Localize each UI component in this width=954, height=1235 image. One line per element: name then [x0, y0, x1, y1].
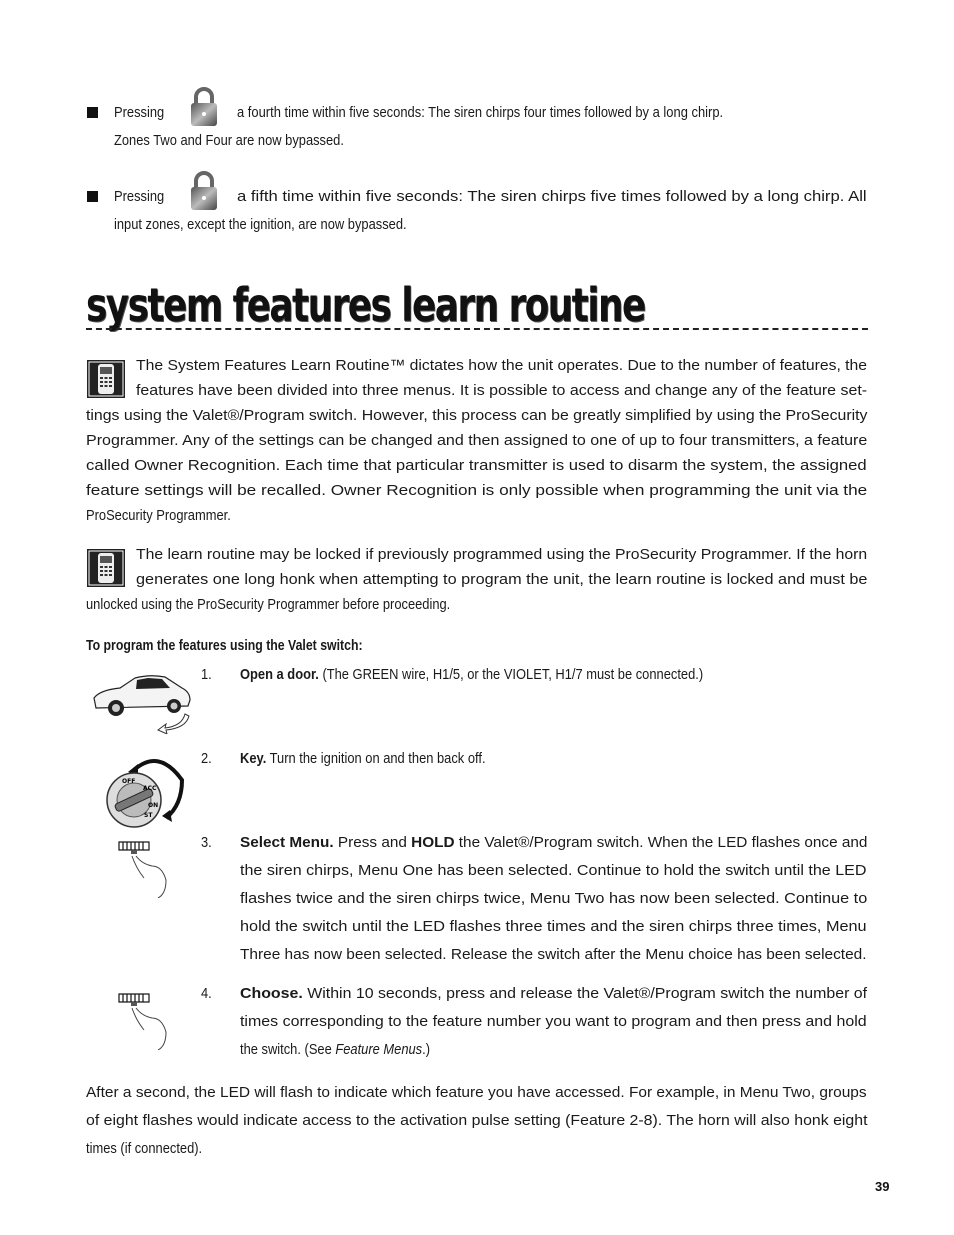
step-title: Choose. [240, 985, 303, 1002]
bullet-lead: Pressing [114, 104, 165, 121]
step-text: Select Menu. Press and HOLD the Valet®/P… [240, 834, 867, 852]
paragraph-line: called Owner Recognition. Each time that… [86, 457, 867, 474]
car-door-icon [93, 675, 191, 734]
step-body: Turn the ignition on and then back off. [269, 750, 486, 767]
valet-switch-press-icon [118, 993, 167, 1050]
ignition-label-on: ON [148, 802, 158, 809]
step-body-line: times corresponding to the feature numbe… [240, 1013, 867, 1030]
step-body: the switch. (See [240, 1041, 332, 1058]
step-text: Open a door. (The GREEN wire, H1/5, or t… [240, 666, 703, 684]
step-body: the Valet®/Program switch. When the LED … [458, 834, 868, 851]
paragraph-line: The learn routine may be locked if previ… [136, 546, 868, 563]
closing-line: times (if connected). [86, 1140, 203, 1157]
step-body-line: flashes twice and the siren chirps twice… [240, 890, 868, 907]
bullet-text-line: input zones, except the ignition, are no… [114, 216, 407, 233]
step-number: 2. [201, 750, 212, 767]
ignition-key-icon: OFF ACC ON ST [106, 759, 184, 828]
bullet-text-line: a fourth time within five seconds: The s… [237, 104, 724, 121]
programmer-icon [87, 549, 125, 587]
ignition-label-off: OFF [122, 778, 135, 785]
step-text: Choose. Within 10 seconds, press and rel… [240, 985, 867, 1003]
bullet-text-line: a fifth time within five seconds: The si… [237, 188, 867, 205]
feature-menus-reference: Feature Menus [335, 1041, 423, 1058]
paragraph-line: The System Features Learn Routine™ dicta… [136, 357, 868, 374]
step-text: Key. Turn the ignition on and then back … [240, 750, 486, 768]
paragraph-line: generates one long honk when attempting … [136, 571, 868, 588]
title-dashed-rule [86, 328, 868, 330]
step-body-line: Three has now been selected. Release the… [240, 946, 867, 963]
closing-line: of eight flashes would indicate access t… [86, 1112, 868, 1129]
paragraph-line: Programmer. Any of the settings can be c… [86, 432, 868, 449]
paragraph-line: unlocked using the ProSecurity Programme… [86, 596, 451, 613]
paragraph-line: ProSecurity Programmer. [86, 507, 231, 524]
bullet-lead: Pressing [114, 188, 165, 205]
valet-switch-press-icon [118, 841, 167, 898]
paragraph-line: features have been divided into three me… [136, 382, 868, 399]
step-title: Key. [240, 750, 267, 767]
padlock-icon [191, 171, 217, 210]
padlock-icon [191, 87, 217, 126]
bullet-square [87, 191, 98, 202]
step-title: Select Menu. [240, 834, 334, 851]
paragraph-line: feature settings will be recalled. Owner… [86, 482, 868, 499]
ignition-label-st: ST [144, 812, 153, 819]
procedure-subheading: To program the features using the Valet … [86, 637, 363, 654]
step-body: Press and [337, 834, 407, 851]
step-body-line: hold the switch until the LED flashes th… [240, 918, 867, 935]
manual-page: Pressing a fourth time within five secon… [0, 0, 954, 1235]
step-body: (The GREEN wire, H1/5, or the VIOLET, H1… [322, 666, 704, 683]
step-body-line: the siren chirps, Menu One has been sele… [240, 862, 867, 879]
bullet-text-line: Zones Two and Four are now bypassed. [114, 132, 344, 149]
programmer-icon [87, 360, 125, 398]
closing-line: After a second, the LED will flash to in… [86, 1084, 867, 1101]
step-body: .) [422, 1041, 431, 1058]
step-body-line: the switch. (See Feature Menus.) [240, 1041, 430, 1059]
section-title: system features learn routine [86, 278, 646, 332]
step-number: 4. [201, 985, 212, 1002]
step-number: 3. [201, 834, 212, 851]
ignition-label-acc: ACC [143, 785, 157, 792]
step-emphasis: HOLD [411, 834, 455, 851]
step-number: 1. [201, 666, 212, 683]
paragraph-line: tings using the Valet®/Program switch. H… [86, 407, 868, 424]
bullet-square [87, 107, 98, 118]
step-title: Open a door. [240, 666, 319, 683]
step-body: Within 10 seconds, press and release the… [307, 985, 868, 1002]
page-number: 39 [875, 1179, 890, 1194]
